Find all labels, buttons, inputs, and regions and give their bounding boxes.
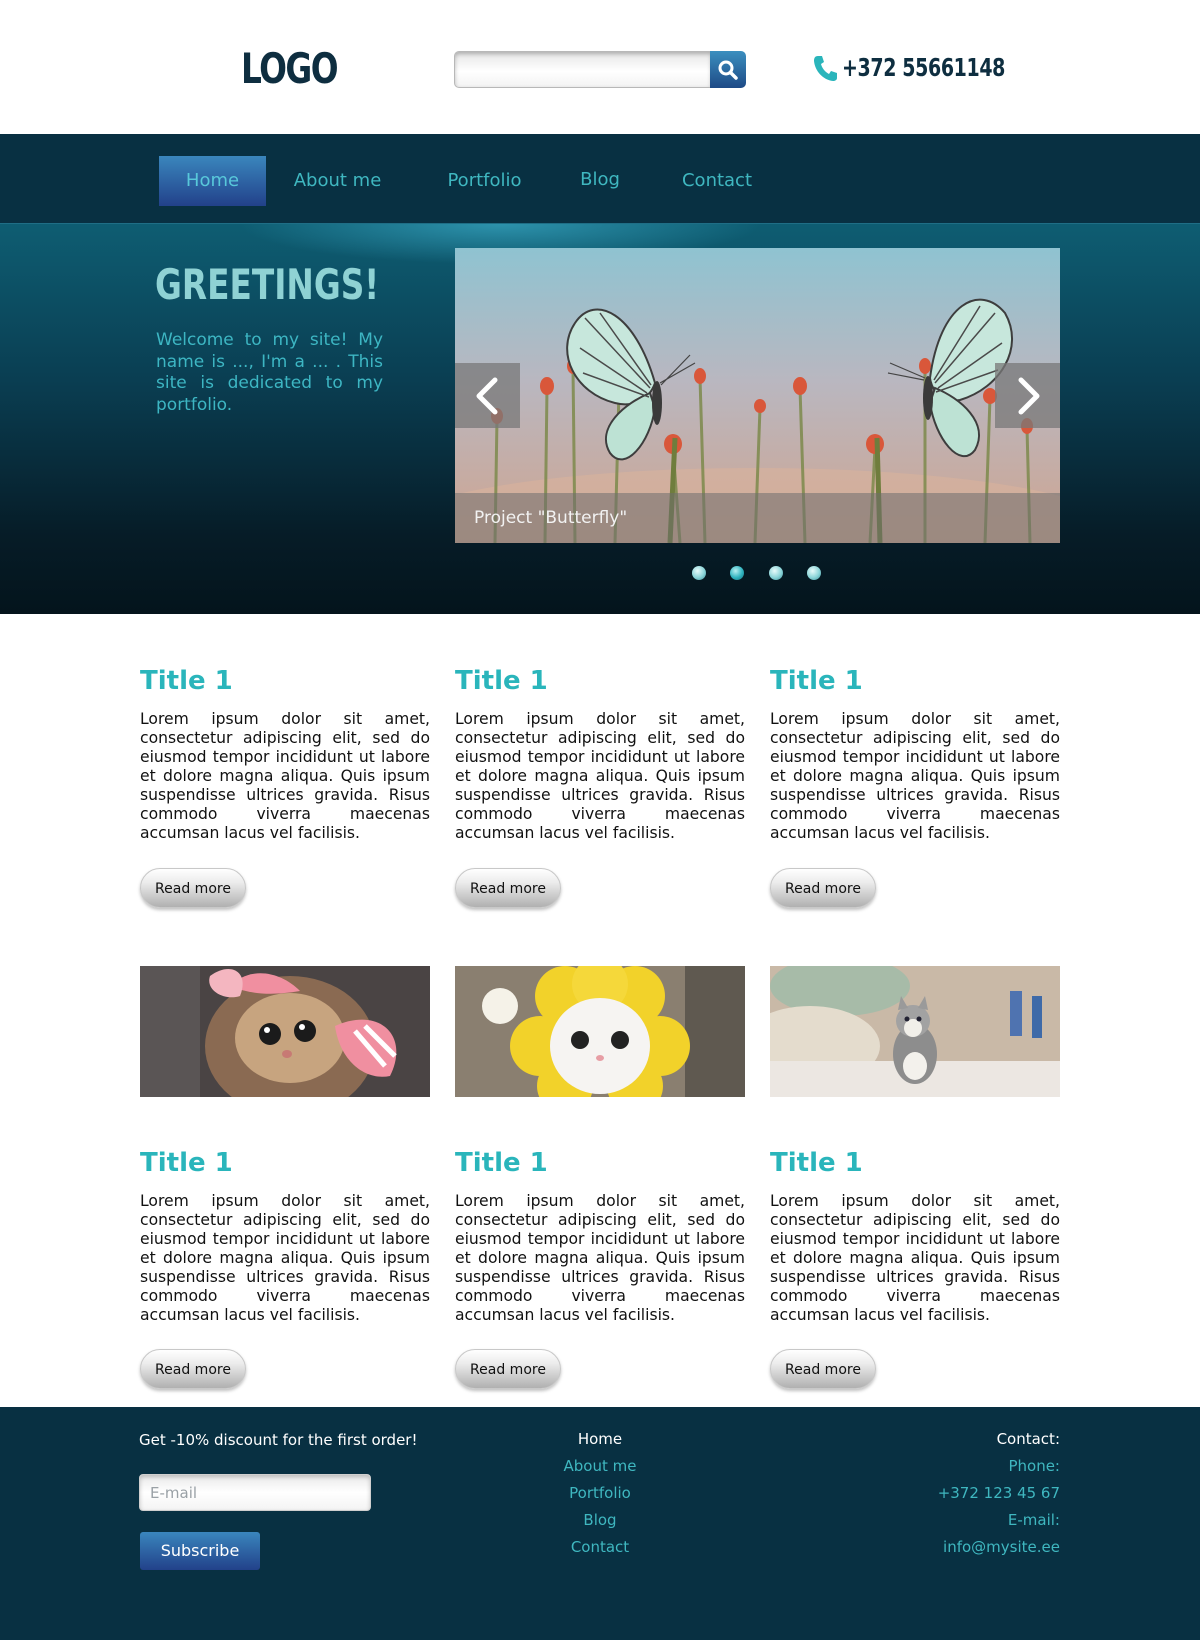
card-text: Lorem ipsum dolor sit amet, consectetur …	[455, 710, 745, 842]
read-more-button[interactable]: Read more	[770, 1349, 876, 1389]
read-more-button[interactable]: Read more	[455, 1349, 561, 1389]
slider-dot-4[interactable]	[807, 566, 821, 580]
subscribe-button[interactable]: Subscribe	[140, 1532, 260, 1570]
phone-icon	[814, 55, 837, 81]
site-logo[interactable]: LOGO	[241, 44, 339, 93]
card-title: Title 1	[770, 1148, 863, 1178]
card-title: Title 1	[455, 1148, 548, 1178]
content-card: Title 1 Lorem ipsum dolor sit amet, cons…	[455, 1146, 745, 1325]
content-card: Title 1 Lorem ipsum dolor sit amet, cons…	[140, 1146, 430, 1325]
hero-section: GREETINGS! Welcome to my site! My name i…	[0, 224, 1200, 614]
kitten-flower-hat-image	[455, 966, 745, 1097]
card-title: Title 1	[455, 666, 548, 696]
card-text: Lorem ipsum dolor sit amet, consectetur …	[140, 1192, 430, 1324]
nav-item-portfolio[interactable]: Portfolio	[432, 156, 537, 206]
nav-item-about-me[interactable]: About me	[284, 156, 391, 206]
read-more-button[interactable]: Read more	[770, 868, 876, 908]
nav-item-contact[interactable]: Contact	[674, 156, 760, 206]
phone-label: Phone:	[1008, 1457, 1060, 1475]
contact-email[interactable]: info@mysite.ee	[860, 1539, 1060, 1566]
read-more-button[interactable]: Read more	[140, 1349, 246, 1389]
content-card: Title 1 Lorem ipsum dolor sit amet, cons…	[455, 664, 745, 843]
search-input[interactable]	[454, 51, 712, 88]
card-title: Title 1	[770, 666, 863, 696]
main-nav: Home About me Portfolio Blog Contact	[0, 134, 1200, 224]
read-more-button[interactable]: Read more	[455, 868, 561, 908]
kitten-with-bow-image	[140, 966, 430, 1097]
card-title: Title 1	[140, 1148, 233, 1178]
phone-number[interactable]: +372 55661148	[842, 53, 1005, 82]
header-phone: +372 55661148	[812, 53, 1057, 82]
site-footer: Get -10% discount for the first order! E…	[0, 1407, 1200, 1640]
content-card: Title 1 Lorem ipsum dolor sit amet, cons…	[140, 664, 430, 843]
nav-item-blog[interactable]: Blog	[565, 155, 635, 205]
card-text: Lorem ipsum dolor sit amet, consectetur …	[770, 710, 1060, 842]
slider-prev-button[interactable]	[455, 363, 520, 428]
hero-text: Welcome to my site! My name is ..., I'm …	[156, 330, 383, 415]
contact-phone[interactable]: +372 123 45 67	[860, 1485, 1060, 1512]
footer-nav-about-me[interactable]: About me	[500, 1458, 700, 1485]
slider-dot-3[interactable]	[769, 566, 783, 580]
footer-contact: Contact: Phone: +372 123 45 67 E-mail: i…	[860, 1431, 1060, 1566]
nav-item-home[interactable]: Home	[159, 156, 266, 206]
card-text: Lorem ipsum dolor sit amet, consectetur …	[140, 710, 430, 842]
email-field[interactable]: E-mail	[139, 1474, 371, 1511]
discount-promo-text: Get -10% discount for the first order!	[139, 1431, 418, 1449]
search-bar	[454, 51, 746, 88]
chevron-left-icon	[476, 377, 497, 414]
slider-next-button[interactable]	[995, 363, 1060, 428]
chevron-right-icon	[1018, 377, 1039, 414]
email-label: E-mail:	[1007, 1511, 1060, 1529]
footer-nav: Home About me Portfolio Blog Contact	[500, 1431, 700, 1566]
image-slider[interactable]: Project "Butterfly"	[455, 248, 1060, 543]
slider-dot-2[interactable]	[730, 566, 744, 580]
footer-nav-home[interactable]: Home	[500, 1431, 700, 1458]
search-icon	[718, 60, 738, 80]
footer-nav-portfolio[interactable]: Portfolio	[500, 1485, 700, 1512]
card-text: Lorem ipsum dolor sit amet, consectetur …	[770, 1192, 1060, 1324]
slider-dot-1[interactable]	[692, 566, 706, 580]
card-text: Lorem ipsum dolor sit amet, consectetur …	[455, 1192, 745, 1324]
hero-title: GREETINGS!	[155, 260, 380, 309]
site-header: LOGO +372 55661148	[0, 0, 1200, 134]
footer-nav-contact[interactable]: Contact	[500, 1539, 700, 1566]
search-button[interactable]	[710, 51, 746, 88]
contact-heading: Contact:	[996, 1430, 1060, 1448]
footer-nav-blog[interactable]: Blog	[500, 1512, 700, 1539]
content-card: Title 1 Lorem ipsum dolor sit amet, cons…	[770, 1146, 1060, 1325]
content-card: Title 1 Lorem ipsum dolor sit amet, cons…	[770, 664, 1060, 843]
slide-caption: Project "Butterfly"	[455, 493, 1060, 543]
kitten-on-bed-image	[770, 966, 1060, 1097]
card-title: Title 1	[140, 666, 233, 696]
read-more-button[interactable]: Read more	[140, 868, 246, 908]
